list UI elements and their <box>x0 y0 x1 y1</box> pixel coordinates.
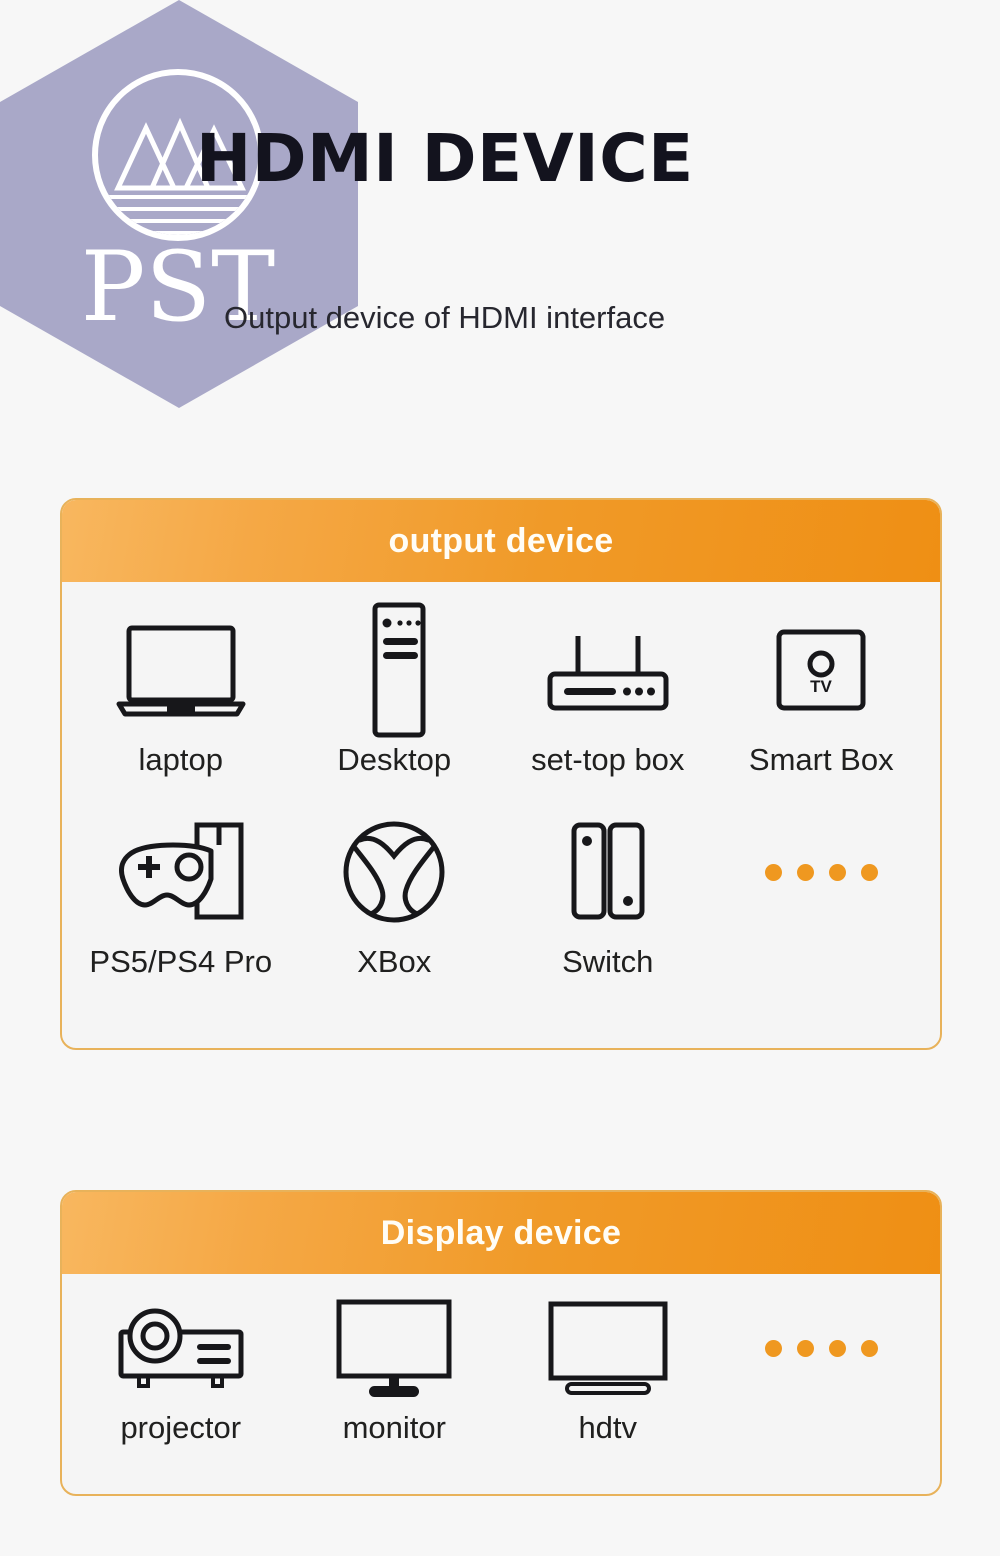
device-item-desktop[interactable]: Desktop <box>294 602 494 778</box>
dot <box>860 863 878 881</box>
output-device-card-body: laptop Desktop set-top box TV Smart Box … <box>62 582 940 980</box>
more-dots-icon <box>764 1292 878 1404</box>
smart-box-icon: TV <box>771 604 871 736</box>
device-item-smart-box[interactable]: TV Smart Box <box>721 604 921 778</box>
page-title: HDMI DEVICE <box>196 120 694 197</box>
device-label: Switch <box>562 944 654 979</box>
device-label: PS5/PS4 Pro <box>89 944 273 979</box>
laptop-icon <box>111 604 251 736</box>
hdtv-icon <box>545 1292 671 1404</box>
device-label: hdtv <box>578 1410 638 1445</box>
device-item-playstation[interactable]: PS5/PS4 Pro <box>81 806 281 980</box>
device-row: projector monitor hdtv <box>62 1274 940 1446</box>
nintendo-switch-icon <box>562 806 654 938</box>
device-label: XBox <box>357 944 432 979</box>
desktop-tower-icon <box>349 602 439 738</box>
output-device-card: output device laptop Desktop set-top box… <box>60 498 942 1050</box>
device-label: laptop <box>138 742 223 777</box>
device-label: set-top box <box>531 742 685 777</box>
display-device-card-title: Display device <box>380 1213 622 1252</box>
more-dots-icon <box>764 806 878 938</box>
set-top-box-icon <box>542 604 674 736</box>
device-item-switch[interactable]: Switch <box>508 806 708 980</box>
dot <box>796 863 814 881</box>
smart-box-tv-label: TV <box>810 677 832 696</box>
output-device-card-title: output device <box>388 521 614 560</box>
device-item-set-top-box[interactable]: set-top box <box>508 604 708 778</box>
device-item-hdtv[interactable]: hdtv <box>508 1292 708 1446</box>
monitor-icon <box>331 1292 457 1404</box>
dot <box>764 1339 782 1357</box>
page-subtitle: Output device of HDMI interface <box>224 300 666 335</box>
dot <box>764 863 782 881</box>
ellipsis-dots <box>764 1339 878 1357</box>
hexagon-shape <box>0 0 358 408</box>
watermark-logo: PST <box>0 0 358 408</box>
dot <box>828 1339 846 1357</box>
device-item-more <box>721 1292 921 1410</box>
device-label: monitor <box>342 1410 446 1445</box>
dot <box>860 1339 878 1357</box>
output-device-card-header: output device <box>62 500 940 582</box>
display-device-card: Display device projector monitor hdtv <box>60 1190 942 1496</box>
device-item-projector[interactable]: projector <box>81 1292 281 1446</box>
xbox-icon <box>340 806 448 938</box>
dot <box>828 863 846 881</box>
device-row: PS5/PS4 Pro XBox Switch <box>62 778 940 980</box>
device-label: Smart Box <box>748 742 894 777</box>
device-row: laptop Desktop set-top box TV Smart Box <box>62 582 940 778</box>
device-item-xbox[interactable]: XBox <box>294 806 494 980</box>
display-device-card-body: projector monitor hdtv <box>62 1274 940 1446</box>
display-device-card-header: Display device <box>62 1192 940 1274</box>
ellipsis-dots <box>764 863 878 881</box>
playstation-icon <box>101 806 261 938</box>
dot <box>796 1339 814 1357</box>
device-item-more <box>721 806 921 944</box>
projector-icon <box>113 1292 249 1404</box>
device-item-monitor[interactable]: monitor <box>294 1292 494 1446</box>
device-label: projector <box>120 1410 242 1445</box>
device-label: Desktop <box>337 742 452 777</box>
device-item-laptop[interactable]: laptop <box>81 604 281 778</box>
